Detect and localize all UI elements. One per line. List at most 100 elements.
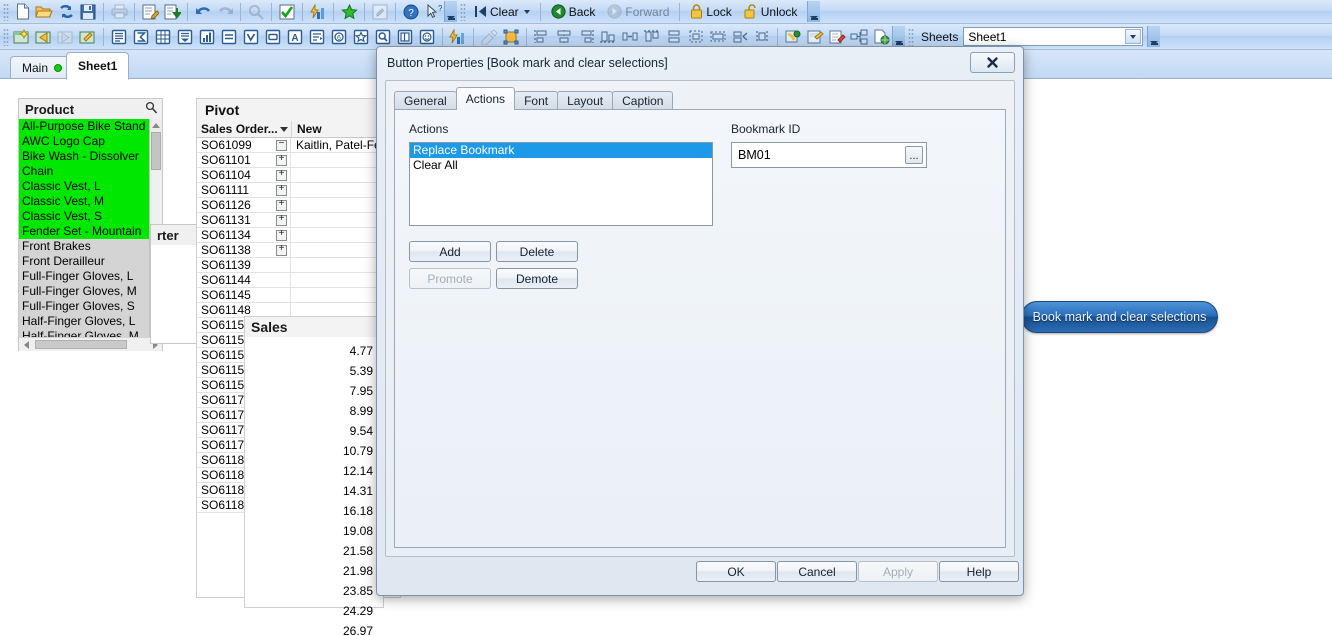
search-object-icon[interactable] (372, 26, 394, 47)
list-item[interactable]: Classic Vest, S (19, 209, 149, 224)
list-item[interactable]: AWC Logo Cap (19, 134, 149, 149)
list-item[interactable]: Full-Finger Gloves, M (19, 284, 149, 299)
statistics-box-icon[interactable] (130, 26, 152, 47)
favorite-star-icon[interactable] (338, 1, 360, 22)
table-row[interactable]: SO61101 + (197, 153, 400, 168)
clear-selections-button[interactable]: Clear (468, 1, 536, 22)
list-item[interactable]: Classic Vest, M (19, 194, 149, 209)
list-item[interactable]: Half-Finger Gloves, L (19, 314, 149, 329)
same-width-icon[interactable] (685, 26, 707, 47)
send-to-word-icon[interactable] (804, 26, 826, 47)
resize-tool-icon[interactable] (751, 26, 773, 47)
action-list-item[interactable]: Clear All (410, 158, 712, 173)
export-icon[interactable] (161, 1, 183, 22)
table-box-icon[interactable] (152, 26, 174, 47)
table-row[interactable]: SO61111 + (197, 183, 400, 198)
search-icon[interactable] (245, 1, 267, 22)
chart-wizard-icon[interactable] (447, 26, 469, 47)
table-row[interactable]: SO61099− Kaitlin, Patel-Fe (197, 138, 400, 153)
align-right-icon[interactable] (575, 26, 597, 47)
tab-font[interactable]: Font (514, 91, 559, 110)
bookmark-star-icon[interactable] (350, 26, 372, 47)
input-box-icon[interactable] (218, 26, 240, 47)
list-box-icon[interactable] (108, 26, 130, 47)
help-icon[interactable]: ? (400, 1, 422, 22)
product-listbox[interactable]: Product All-Purpose Bike Stand AWC Logo C… (18, 98, 163, 351)
stretch-icon[interactable] (729, 26, 751, 47)
align-left-icon[interactable] (531, 26, 553, 47)
unlock-button[interactable]: Unlock (738, 1, 804, 22)
undo-icon[interactable] (192, 1, 214, 22)
text-object-icon[interactable] (262, 26, 284, 47)
sheets-dropdown[interactable]: Sheet1 (963, 27, 1144, 46)
toolbar-overflow-button-2[interactable] (807, 1, 821, 22)
select-check-icon[interactable] (276, 1, 298, 22)
custom-object-icon[interactable] (416, 26, 438, 47)
listbox-rows[interactable]: All-Purpose Bike Stand AWC Logo Cap Bike W… (19, 119, 149, 337)
tab-general[interactable]: General (394, 91, 457, 110)
magnifier-icon[interactable] (145, 101, 158, 117)
table-row[interactable]: SO61145 (197, 288, 400, 303)
list-item[interactable]: Classic Vest, L (19, 179, 149, 194)
line-arrow-icon[interactable] (306, 26, 328, 47)
list-item[interactable]: Chain (19, 164, 149, 179)
list-item[interactable]: Full-Finger Gloves, L (19, 269, 149, 284)
expand-icon[interactable]: + (276, 184, 287, 196)
cancel-button[interactable]: Cancel (777, 561, 857, 582)
next-sheet-icon[interactable] (55, 26, 77, 47)
table-row[interactable]: SO61104 + (197, 168, 400, 183)
toolbar-grip[interactable] (460, 2, 466, 21)
export-to-excel-icon[interactable] (782, 26, 804, 47)
link-object-icon[interactable] (848, 26, 870, 47)
tab-layout[interactable]: Layout (557, 91, 614, 110)
expand-icon[interactable]: + (276, 214, 287, 226)
design-toolbar-overflow-button[interactable] (892, 26, 905, 47)
collapse-icon[interactable]: − (276, 139, 287, 151)
align-top-icon[interactable] (641, 26, 663, 47)
delete-button[interactable]: Delete (496, 241, 578, 262)
distribute-h-icon[interactable] (619, 26, 641, 47)
sort-descending-icon[interactable] (280, 126, 288, 132)
sheet-tab-main[interactable]: Main (10, 56, 75, 80)
toolbar-grip[interactable] (908, 27, 914, 46)
edit-script-icon[interactable] (139, 1, 161, 22)
toolbar-grip[interactable] (3, 27, 9, 46)
toolbar-grip[interactable] (3, 2, 9, 21)
align-bottom-icon[interactable] (597, 26, 619, 47)
forward-button[interactable]: Forward (601, 1, 675, 22)
expand-icon[interactable]: + (276, 199, 287, 211)
container-icon[interactable] (394, 26, 416, 47)
button-properties-dialog[interactable]: Button Properties [Book mark and clear s… (376, 46, 1024, 596)
bookmark-and-clear-selections-button[interactable]: Book mark and clear selections (1021, 301, 1218, 333)
action-list-item[interactable]: Replace Bookmark (410, 143, 712, 158)
chevron-down-icon[interactable] (1125, 29, 1142, 44)
scroll-left-arrow-icon[interactable] (19, 340, 33, 349)
actions-listbox[interactable]: Replace Bookmark Clear All (409, 142, 713, 226)
expand-icon[interactable]: + (276, 244, 287, 256)
distribute-v-icon[interactable] (663, 26, 685, 47)
tab-caption[interactable]: Caption (612, 91, 674, 110)
scroll-up-arrow-icon[interactable] (150, 119, 162, 131)
edit-module-icon[interactable] (369, 1, 391, 22)
scroll-thumb-h[interactable] (35, 340, 127, 349)
button-icon[interactable]: 6 (328, 26, 350, 47)
current-selections-icon[interactable] (240, 26, 262, 47)
list-item[interactable]: Front Derailleur (19, 254, 149, 269)
open-folder-icon[interactable] (33, 1, 55, 22)
bookmark-browse-button[interactable]: ... (905, 146, 923, 164)
save-icon[interactable] (77, 1, 99, 22)
edit-caption-icon[interactable] (826, 26, 848, 47)
sheet-tab-sheet1[interactable]: Sheet1 (66, 52, 130, 80)
text-label-icon[interactable]: A (284, 26, 306, 47)
table-row[interactable]: SO61139 (197, 258, 400, 273)
table-row[interactable]: SO61144 (197, 273, 400, 288)
sheets-overflow-button[interactable] (1147, 26, 1161, 47)
new-document-icon[interactable] (11, 1, 33, 22)
list-item[interactable]: Bike Wash - Dissolver (19, 149, 149, 164)
add-button[interactable]: Add (409, 241, 491, 262)
redo-icon[interactable] (214, 1, 236, 22)
table-row[interactable]: SO61126 + (197, 198, 400, 213)
listbox-horizontal-scrollbar[interactable] (19, 337, 162, 351)
table-row[interactable]: SO61138 + (197, 243, 400, 258)
clear-format-icon[interactable] (478, 26, 500, 47)
